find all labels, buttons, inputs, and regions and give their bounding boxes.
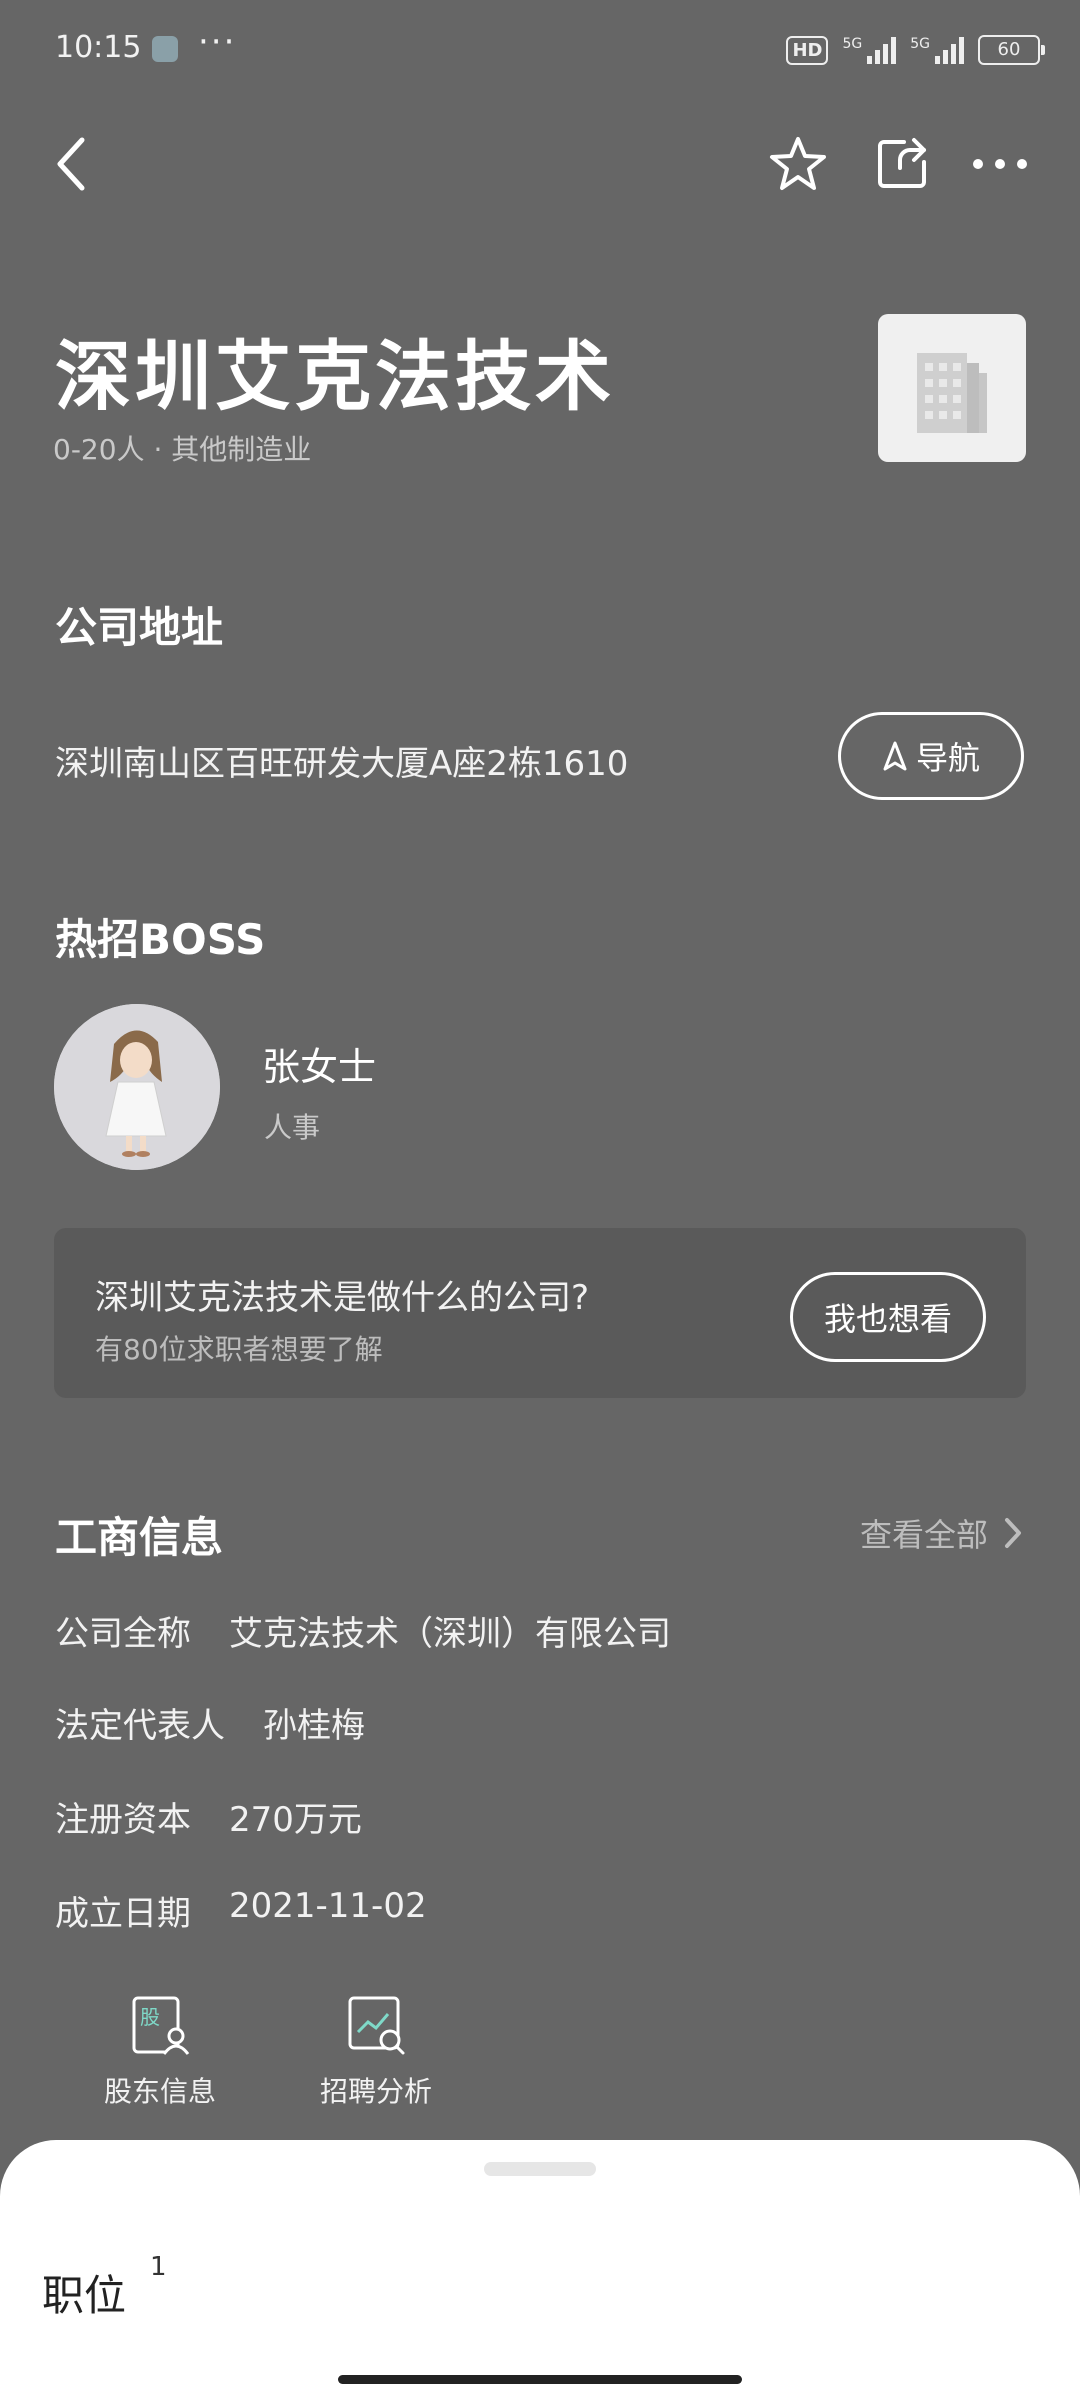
info-row-legal-rep: 法定代表人 孙桂梅 xyxy=(55,1698,365,1747)
company-logo[interactable] xyxy=(878,314,1026,462)
info-value: 艾克法技术（深圳）有限公司 xyxy=(229,1614,671,1654)
building-icon xyxy=(917,353,987,433)
signal-icon: 5G xyxy=(910,36,964,64)
navigate-button[interactable]: 导航 xyxy=(838,712,1024,800)
share-icon[interactable] xyxy=(870,132,934,196)
info-label: 成立日期 xyxy=(55,1894,191,1934)
company-meta: 0-20人 · 其他制造业 xyxy=(53,433,312,466)
status-time: 10:15 xyxy=(55,30,142,65)
star-icon[interactable] xyxy=(766,132,830,196)
battery-icon: 60 xyxy=(978,35,1045,65)
status-more-icon: ··· xyxy=(198,22,237,62)
info-label: 法定代表人 xyxy=(55,1706,225,1746)
info-label: 公司全称 xyxy=(55,1614,191,1654)
back-icon[interactable] xyxy=(40,132,104,196)
more-icon[interactable] xyxy=(968,132,1032,196)
svg-text:股: 股 xyxy=(140,2005,160,2029)
info-row-founded: 成立日期 2021-11-02 xyxy=(55,1886,427,1935)
shareholder-info-button[interactable]: 股 股东信息 xyxy=(80,1994,240,2110)
home-indicator[interactable] xyxy=(338,2375,742,2384)
jobs-count: 1 xyxy=(150,2252,167,2282)
info-row-capital: 注册资本 270万元 xyxy=(55,1792,362,1841)
interest-count: 有80位求职者想要了解 xyxy=(95,1333,383,1366)
shareholder-info-label: 股东信息 xyxy=(103,2075,216,2108)
info-value: 2021-11-02 xyxy=(229,1886,427,1926)
info-value: 270万元 xyxy=(229,1800,362,1840)
want-to-see-button[interactable]: 我也想看 xyxy=(790,1272,986,1362)
navigate-label: 导航 xyxy=(915,739,980,777)
company-question: 深圳艾克法技术是做什么的公司? xyxy=(95,1278,590,1318)
recruitment-analysis-button[interactable]: 招聘分析 xyxy=(296,1994,456,2110)
info-value: 孙桂梅 xyxy=(263,1706,365,1746)
notification-icon xyxy=(152,36,178,62)
info-row-fullname: 公司全称 艾克法技术（深圳）有限公司 xyxy=(55,1606,671,1655)
avatar[interactable] xyxy=(54,1004,220,1170)
boss-section-title: 热招BOSS xyxy=(55,915,266,964)
hd-icon: HD xyxy=(786,35,829,65)
address-section-title: 公司地址 xyxy=(55,603,224,652)
status-indicators: HD 5G 5G 60 xyxy=(786,30,1045,70)
view-all-label: 查看全部 xyxy=(859,1516,988,1554)
signal-icon: 5G xyxy=(842,36,897,64)
boss-role: 人事 xyxy=(264,1111,321,1144)
navigation-icon xyxy=(883,741,907,771)
view-all-link[interactable]: 查看全部 xyxy=(860,1510,1022,1556)
address-text[interactable]: 深圳南山区百旺研发大厦A座2栋1610 xyxy=(55,736,628,785)
boss-name[interactable]: 张女士 xyxy=(262,1036,376,1091)
recruitment-analysis-icon xyxy=(348,1996,405,2055)
shareholder-icon: 股 xyxy=(132,1996,190,2055)
info-label: 注册资本 xyxy=(55,1800,191,1840)
business-info-title: 工商信息 xyxy=(55,1513,224,1562)
recruitment-analysis-label: 招聘分析 xyxy=(319,2075,432,2108)
chevron-right-icon xyxy=(1005,1518,1021,1548)
jobs-title: 职位 xyxy=(42,2271,127,2320)
sheet-drag-handle[interactable] xyxy=(484,2162,596,2176)
company-name: 深圳艾克法技术 xyxy=(55,332,615,421)
